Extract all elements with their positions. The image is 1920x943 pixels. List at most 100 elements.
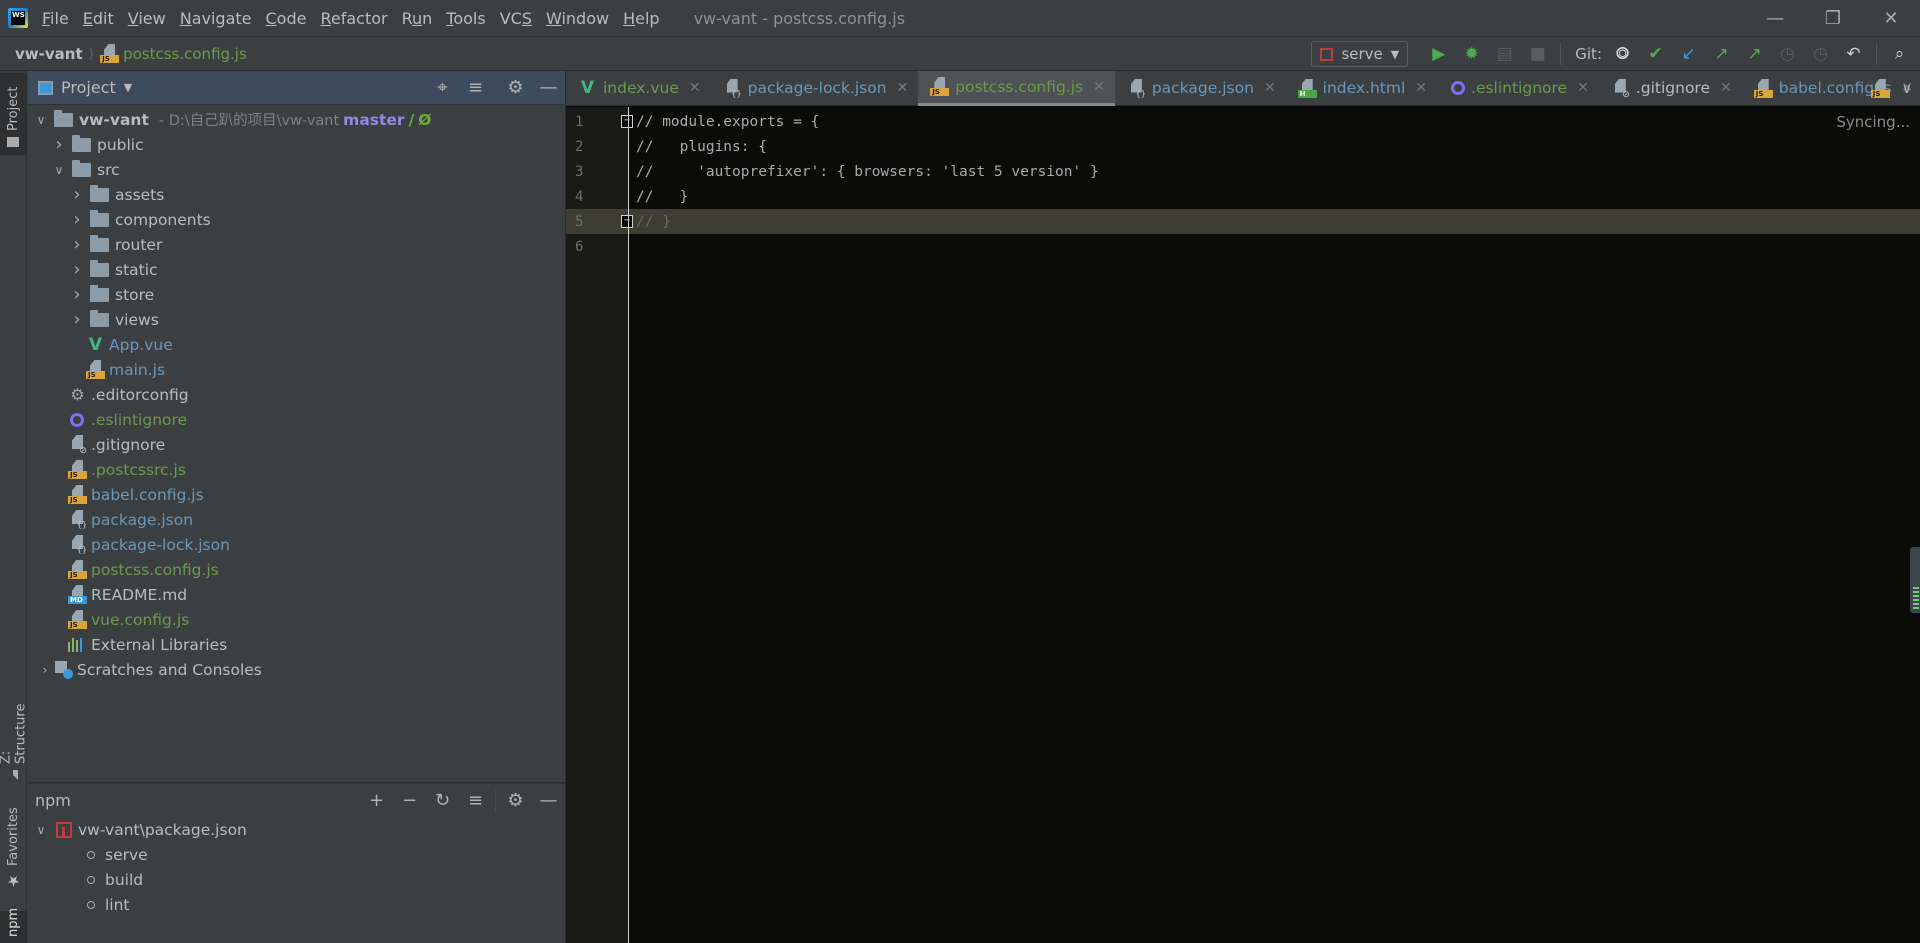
close-tab-icon[interactable]: ✕ (689, 80, 701, 96)
menu-run[interactable]: Run (402, 9, 433, 28)
git-commit-icon[interactable]: ✔ (1639, 39, 1672, 69)
hide-icon[interactable]: — (532, 786, 565, 816)
tree-item-package-json[interactable]: {} package.json (28, 507, 565, 532)
tab-index-vue[interactable]: Vindex.vue ✕ (566, 71, 711, 106)
npm-package[interactable]: ∨ vw-vant\package.json (28, 817, 565, 842)
refresh-icon[interactable]: ↻ (426, 786, 459, 816)
chevron-down-icon[interactable]: ∨ (50, 163, 68, 177)
add-icon[interactable]: + (360, 786, 393, 816)
npm-script-build[interactable]: build (28, 867, 565, 892)
coverage-icon[interactable]: ▤ (1488, 39, 1521, 69)
menu-navigate[interactable]: Navigate (180, 9, 252, 28)
code-editor[interactable]: 1// module.exports = {−2// plugins: {3//… (566, 107, 1920, 943)
search-icon[interactable]: ⌕ (1883, 39, 1916, 69)
chevron-right-icon[interactable]: › (68, 259, 86, 280)
debug-icon[interactable]: ✹ (1455, 39, 1488, 69)
tree-root[interactable]: ∨ vw-vant - D:\自己趴的项目\vw-vant master / Ø (28, 107, 565, 132)
close-tab-icon[interactable]: ✕ (1577, 80, 1589, 96)
collapse-all-icon[interactable]: ≡ (459, 73, 492, 103)
menu-window[interactable]: Window (546, 9, 609, 28)
menu-view[interactable]: View (128, 9, 166, 28)
tree-item-src[interactable]: ∨ src (28, 157, 565, 182)
collapse-all-icon[interactable]: ≡ (459, 786, 492, 816)
run-configuration-select[interactable]: serve ▼ (1311, 41, 1409, 67)
breadcrumb-file[interactable]: JS postcss.config.js (100, 44, 247, 63)
tab-postcss-config-js[interactable]: JS postcss.config.js ✕ (918, 70, 1115, 106)
git-history-icon[interactable]: ◷ (1771, 39, 1804, 69)
tab-eslintignore[interactable]: .eslintignore ✕ (1437, 71, 1599, 106)
tree-item-router[interactable]: › router (28, 232, 565, 257)
gear-icon[interactable]: ⚙ (499, 786, 532, 816)
tool-window-favorites[interactable]: ★ Favorites (0, 806, 27, 896)
tree-item-babel-config-js[interactable]: JS babel.config.js (28, 482, 565, 507)
fold-marker-icon[interactable]: − (621, 215, 633, 228)
chevron-right-icon[interactable]: › (50, 134, 68, 155)
menu-code[interactable]: Code (266, 9, 307, 28)
chevron-down-icon[interactable]: ∨ (32, 113, 50, 127)
chevron-down-icon[interactable]: ∨ (1902, 81, 1912, 97)
breadcrumb-root[interactable]: vw-vant (15, 45, 83, 63)
tab-index-html[interactable]: Hindex.html ✕ (1286, 71, 1437, 106)
chevron-right-icon[interactable]: › (68, 284, 86, 305)
remove-icon[interactable]: − (393, 786, 426, 816)
run-icon[interactable]: ▶ (1422, 39, 1455, 69)
git-fetch-icon[interactable]: ⭗ (1606, 39, 1639, 69)
menu-edit[interactable]: Edit (83, 9, 114, 28)
tree-item-eslintignore[interactable]: .eslintignore (28, 407, 565, 432)
menu-vcs[interactable]: VCS (500, 9, 532, 28)
close-tab-icon[interactable]: ✕ (1093, 79, 1105, 95)
close-tab-icon[interactable]: ✕ (1720, 80, 1732, 96)
tool-window-project[interactable]: Project (0, 73, 27, 155)
error-stripe-marker[interactable] (1910, 547, 1920, 613)
locate-file-icon[interactable]: ⌖ (426, 73, 459, 103)
tree-item-readme-md[interactable]: MD README.md (28, 582, 565, 607)
tree-item-public[interactable]: › public (28, 132, 565, 157)
tool-window-npm[interactable]: npm (0, 908, 27, 943)
close-icon[interactable]: ✕ (1862, 0, 1920, 36)
close-tab-icon[interactable]: ✕ (1415, 80, 1427, 96)
hide-icon[interactable]: — (532, 73, 565, 103)
tab-package-lock-json[interactable]: {} package-lock.json ✕ (711, 71, 919, 106)
minimize-icon[interactable]: — (1746, 0, 1804, 36)
tree-item-editorconfig[interactable]: ⚙ .editorconfig (28, 382, 565, 407)
tab-overflow[interactable]: JS ∨ (1870, 71, 1912, 106)
chevron-right-icon[interactable]: › (68, 309, 86, 330)
close-tab-icon[interactable]: ✕ (1264, 80, 1276, 96)
tree-item-external-libraries[interactable]: External Libraries (28, 632, 565, 657)
restore-icon[interactable]: ❐ (1804, 0, 1862, 36)
chevron-right-icon[interactable]: › (36, 663, 54, 677)
chevron-right-icon[interactable]: › (68, 234, 86, 255)
tree-item-assets[interactable]: › assets (28, 182, 565, 207)
tool-window-structure[interactable]: Z: Structure (0, 686, 29, 786)
menu-file[interactable]: File (42, 9, 69, 28)
menu-help[interactable]: Help (623, 9, 659, 28)
fold-marker-icon[interactable]: − (621, 115, 633, 128)
tree-item-main-js[interactable]: JS main.js (28, 357, 565, 382)
npm-script-lint[interactable]: lint (28, 892, 565, 917)
tree-item-gitignore[interactable]: ⊘ .gitignore (28, 432, 565, 457)
tree-item-views[interactable]: › views (28, 307, 565, 332)
chevron-down-icon[interactable]: ∨ (32, 823, 50, 837)
tree-item-vue-config-js[interactable]: JS vue.config.js (28, 607, 565, 632)
git-pull-icon[interactable]: ↗ (1738, 39, 1771, 69)
close-tab-icon[interactable]: ✕ (897, 80, 909, 96)
tab-package-json[interactable]: {} package.json ✕ (1115, 71, 1286, 106)
chevron-right-icon[interactable]: › (68, 184, 86, 205)
tree-item-store[interactable]: › store (28, 282, 565, 307)
menu-refactor[interactable]: Refactor (320, 9, 387, 28)
rollback-icon[interactable]: ↶ (1837, 39, 1870, 69)
git-update-icon[interactable]: ↙ (1672, 39, 1705, 69)
git-annotate-icon[interactable]: ◷ (1804, 39, 1837, 69)
tree-item-scratches[interactable]: › Scratches and Consoles (28, 657, 565, 682)
tree-item-postcss-config-js[interactable]: JS postcss.config.js (28, 557, 565, 582)
tree-item-package-lock-json[interactable]: {} package-lock.json (28, 532, 565, 557)
gear-icon[interactable]: ⚙ (499, 73, 532, 103)
tree-item-static[interactable]: › static (28, 257, 565, 282)
project-view-selector[interactable]: Project ▼ (38, 78, 132, 97)
menu-tools[interactable]: Tools (446, 9, 485, 28)
git-push-icon[interactable]: ↗ (1705, 39, 1738, 69)
npm-script-serve[interactable]: serve (28, 842, 565, 867)
stop-icon[interactable]: ■ (1521, 39, 1554, 69)
tree-item-components[interactable]: › components (28, 207, 565, 232)
tab-gitignore[interactable]: ⊘ .gitignore ✕ (1599, 71, 1742, 106)
